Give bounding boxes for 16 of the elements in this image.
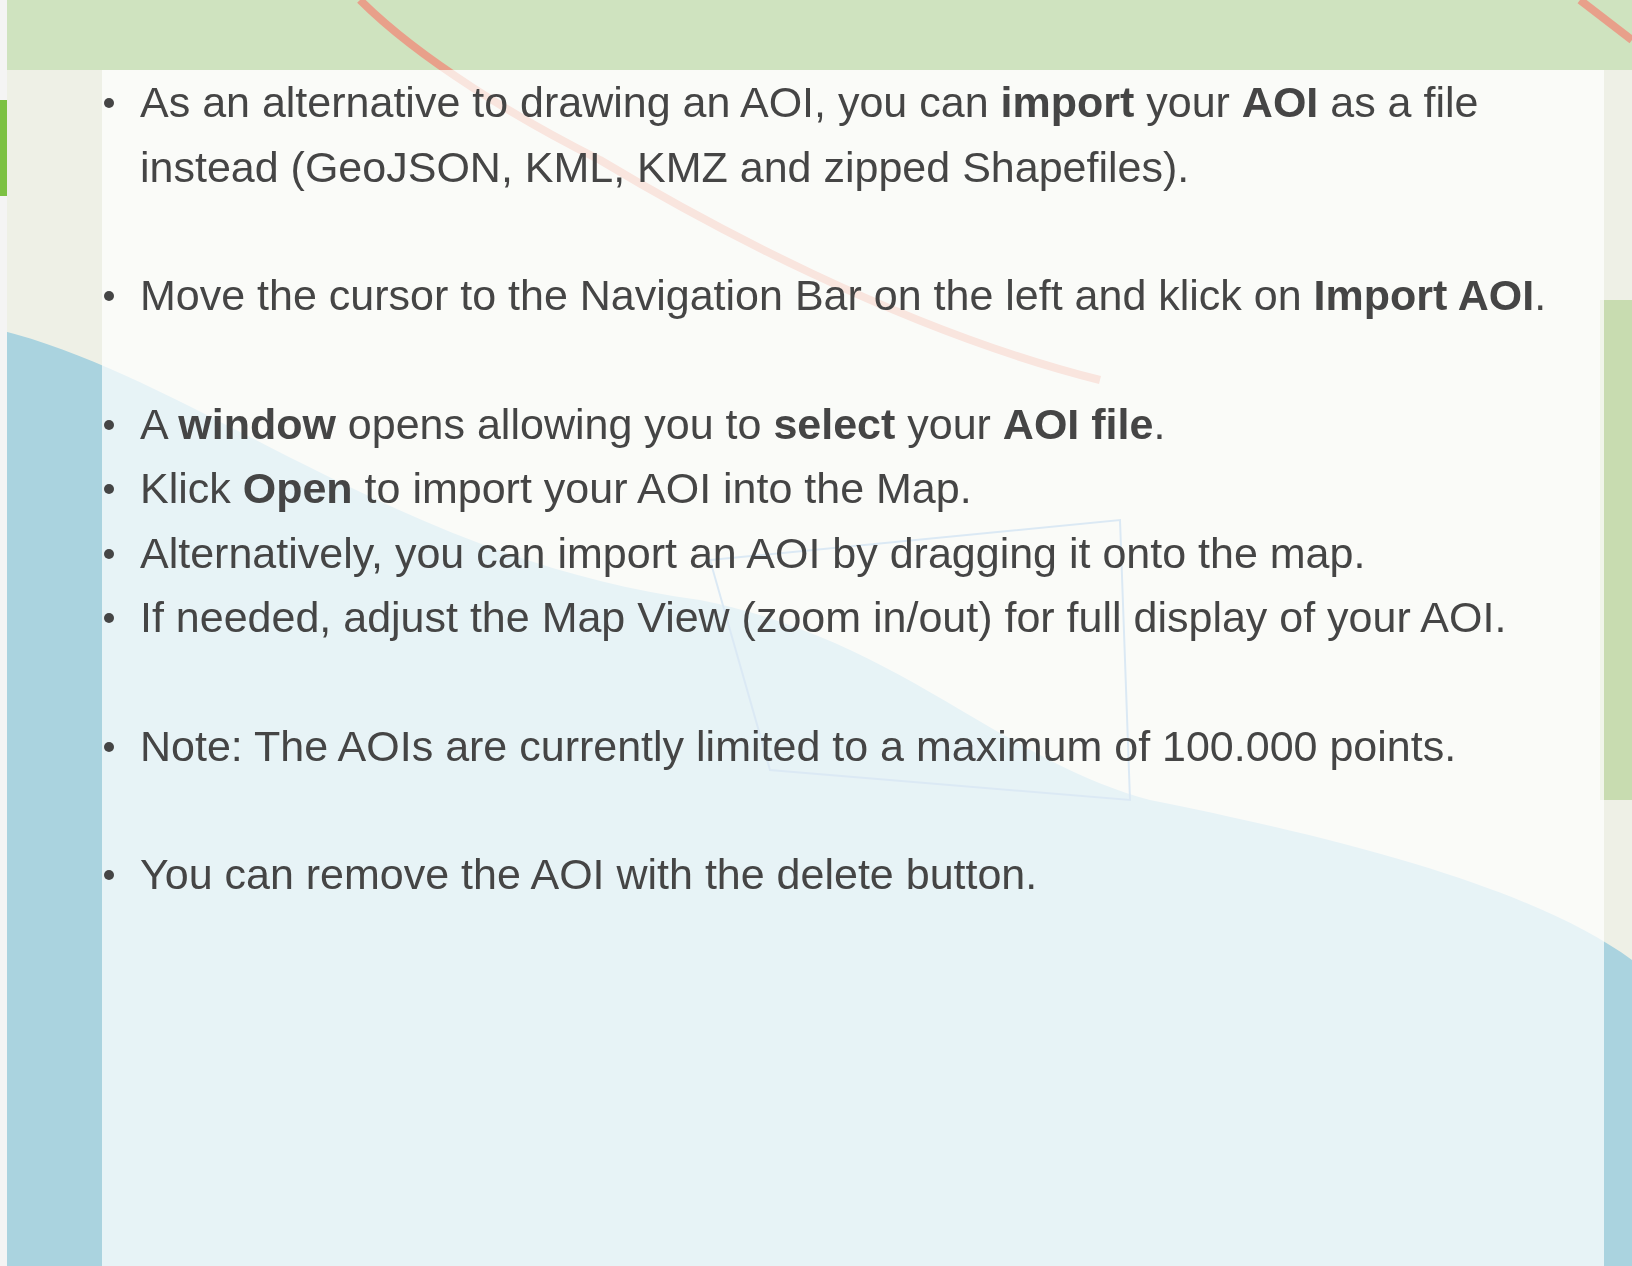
bullet-icon <box>104 291 114 301</box>
bullet-icon <box>104 613 114 623</box>
bullet-icon <box>104 484 114 494</box>
bullet-icon <box>104 98 114 108</box>
bullet-icon <box>104 741 114 752</box>
help-text: If needed, adjust the Map View (zoom in/out) for full display of your AOI. <box>140 592 1508 643</box>
help-text: As an alternative to drawing an AOI, you can import your AOI as a file instead (GeoJSON, KML, KMZ and zipped Shapefiles). <box>140 77 1480 193</box>
help-text: Klick Open to import your AOI into the Map. <box>140 463 973 514</box>
bullet-icon <box>104 870 114 880</box>
help-text: Move the cursor to the Navigation Bar on the left and klick on Import AOI. <box>140 270 1548 321</box>
help-text: A window opens allowing you to select your AOI file. <box>140 398 1167 450</box>
bullet-icon <box>104 548 114 559</box>
help-text: Alternatively, you can import an AOI by dragging it onto the map. <box>140 527 1367 579</box>
help-text: You can remove the AOI with the delete button. <box>140 849 1039 900</box>
bullet-icon <box>104 419 114 430</box>
help-text: Note: The AOIs are currently limited to a maximum of 100.000 points. <box>140 720 1458 772</box>
